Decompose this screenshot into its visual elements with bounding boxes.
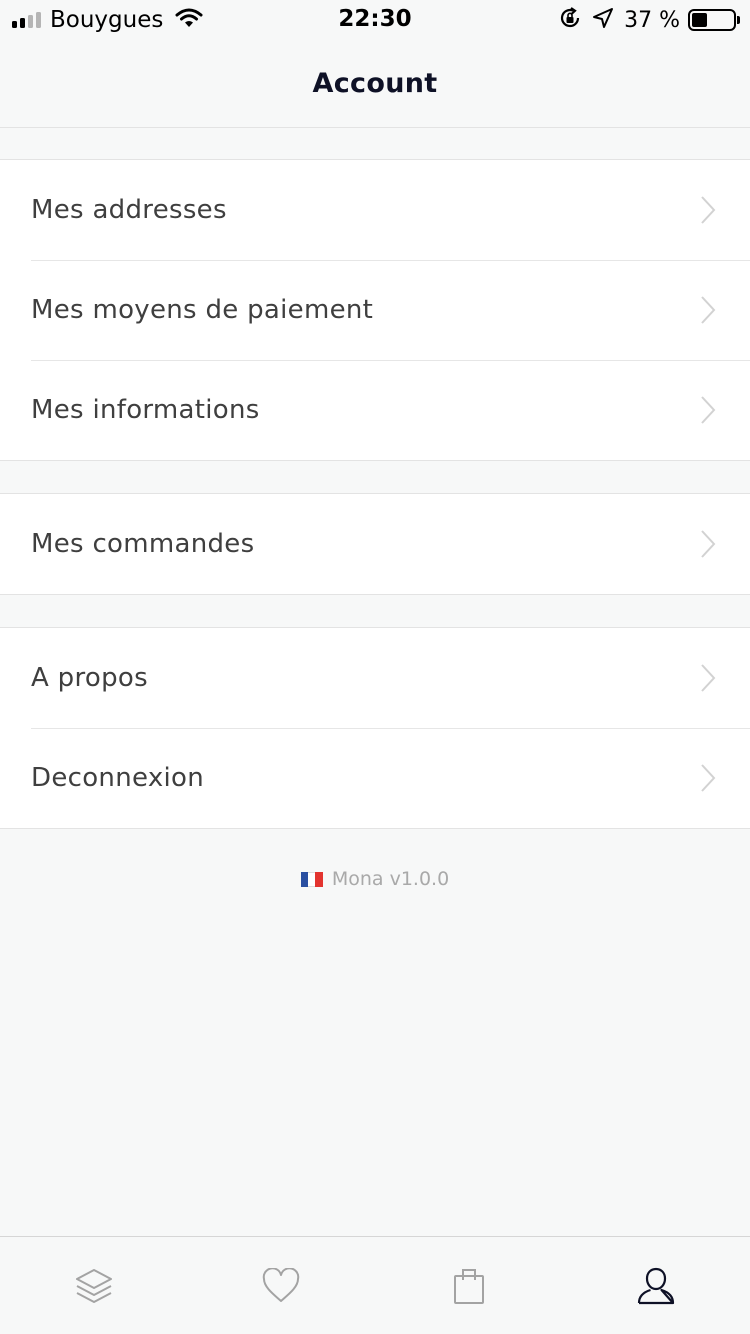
tab-collections[interactable] (0, 1237, 188, 1334)
menu-item-label: A propos (31, 663, 148, 693)
menu-item-label: Mes moyens de paiement (31, 295, 374, 325)
version-text: Mona v1.0.0 (331, 868, 450, 890)
account-group-2: Mes commandes (0, 493, 750, 595)
location-arrow-icon (592, 7, 614, 33)
user-icon (638, 1267, 675, 1305)
account-group-3: A propos Deconnexion (0, 627, 750, 829)
tab-account[interactable] (563, 1237, 750, 1334)
menu-item-addresses[interactable]: Mes addresses (0, 160, 750, 260)
chevron-right-icon (701, 764, 716, 792)
menu-item-logout[interactable]: Deconnexion (0, 728, 750, 828)
menu-item-payment-methods[interactable]: Mes moyens de paiement (0, 260, 750, 360)
battery-percentage: 37 % (624, 7, 680, 33)
account-group-1: Mes addresses Mes moyens de paiement Mes… (0, 159, 750, 461)
page-title: Account (312, 68, 438, 99)
menu-item-label: Mes addresses (31, 195, 227, 225)
menu-item-label: Deconnexion (31, 763, 205, 793)
tab-bar (0, 1236, 750, 1334)
tab-cart[interactable] (375, 1237, 563, 1334)
battery-level (692, 13, 707, 27)
menu-item-orders[interactable]: Mes commandes (0, 494, 750, 594)
status-right: 37 % (558, 6, 740, 34)
app-version: Mona v1.0.0 (0, 866, 750, 892)
menu-item-label: Mes informations (31, 395, 260, 425)
chevron-right-icon (701, 664, 716, 692)
menu-item-information[interactable]: Mes informations (0, 360, 750, 460)
battery-icon (688, 9, 740, 31)
chevron-right-icon (701, 296, 716, 324)
tab-favorites[interactable] (188, 1237, 376, 1334)
menu-item-label: Mes commandes (31, 529, 255, 559)
heart-icon (263, 1268, 300, 1302)
orientation-lock-icon (558, 6, 582, 34)
chevron-right-icon (701, 196, 716, 224)
chevron-right-icon (701, 530, 716, 558)
france-flag-icon (300, 871, 323, 887)
layers-icon (75, 1269, 112, 1303)
status-bar: Bouygues 22:30 37 % (0, 0, 750, 40)
shopping-bag-icon (453, 1269, 484, 1304)
menu-item-about[interactable]: A propos (0, 628, 750, 728)
navigation-bar: Account (0, 40, 750, 128)
chevron-right-icon (701, 396, 716, 424)
